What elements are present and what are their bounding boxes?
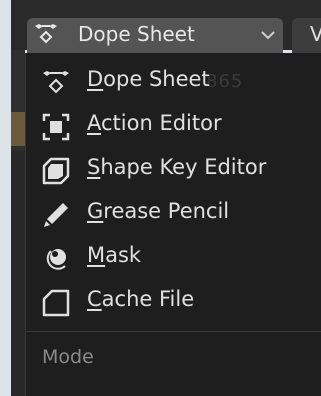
menu-item-dope-sheet[interactable]: Dope Sheet	[26, 60, 321, 104]
menu-item-label: Shape Key Editor	[87, 155, 267, 179]
menu-item-label: Dope Sheet	[87, 67, 210, 91]
mask-icon	[46, 249, 66, 270]
cache-file-icon	[42, 289, 70, 317]
menu-item-shape-key-editor[interactable]: Shape Key Editor	[26, 148, 321, 192]
menu-item-cache-file[interactable]: Cache File	[26, 280, 321, 324]
grease-pencil-icon	[44, 203, 68, 227]
menu-item-mask[interactable]: Mask	[26, 236, 321, 280]
view-menu-label: V	[310, 22, 321, 46]
chevron-down-icon	[261, 31, 275, 40]
menu-item-label: Action Editor	[87, 111, 222, 135]
menu-separator	[26, 331, 321, 332]
menu-item-label: Cache File	[87, 287, 195, 311]
timeline-background	[11, 50, 25, 396]
channel-strip	[11, 150, 25, 396]
menu-item-action-editor[interactable]: Action Editor	[26, 104, 321, 148]
dope-sheet-icon	[35, 24, 57, 44]
dope-sheet-icon	[43, 71, 69, 94]
menu-item-label: Grease Pencil	[87, 199, 230, 223]
editor-mode-menu: 865 Dope Sheet Action Editor Shape Key E…	[25, 53, 321, 396]
editor-type-dropdown[interactable]: Dope Sheet	[27, 18, 283, 53]
menu-item-label: Mask	[87, 243, 142, 267]
action-editor-icon	[42, 113, 70, 141]
menu-section-label: Mode	[42, 346, 94, 368]
menu-item-grease-pencil[interactable]: Grease Pencil	[26, 192, 321, 236]
shape-key-icon	[42, 157, 70, 185]
active-channel-row	[11, 112, 25, 146]
editor-type-label: Dope Sheet	[78, 22, 195, 46]
view-menu-tab[interactable]: V	[292, 18, 321, 53]
